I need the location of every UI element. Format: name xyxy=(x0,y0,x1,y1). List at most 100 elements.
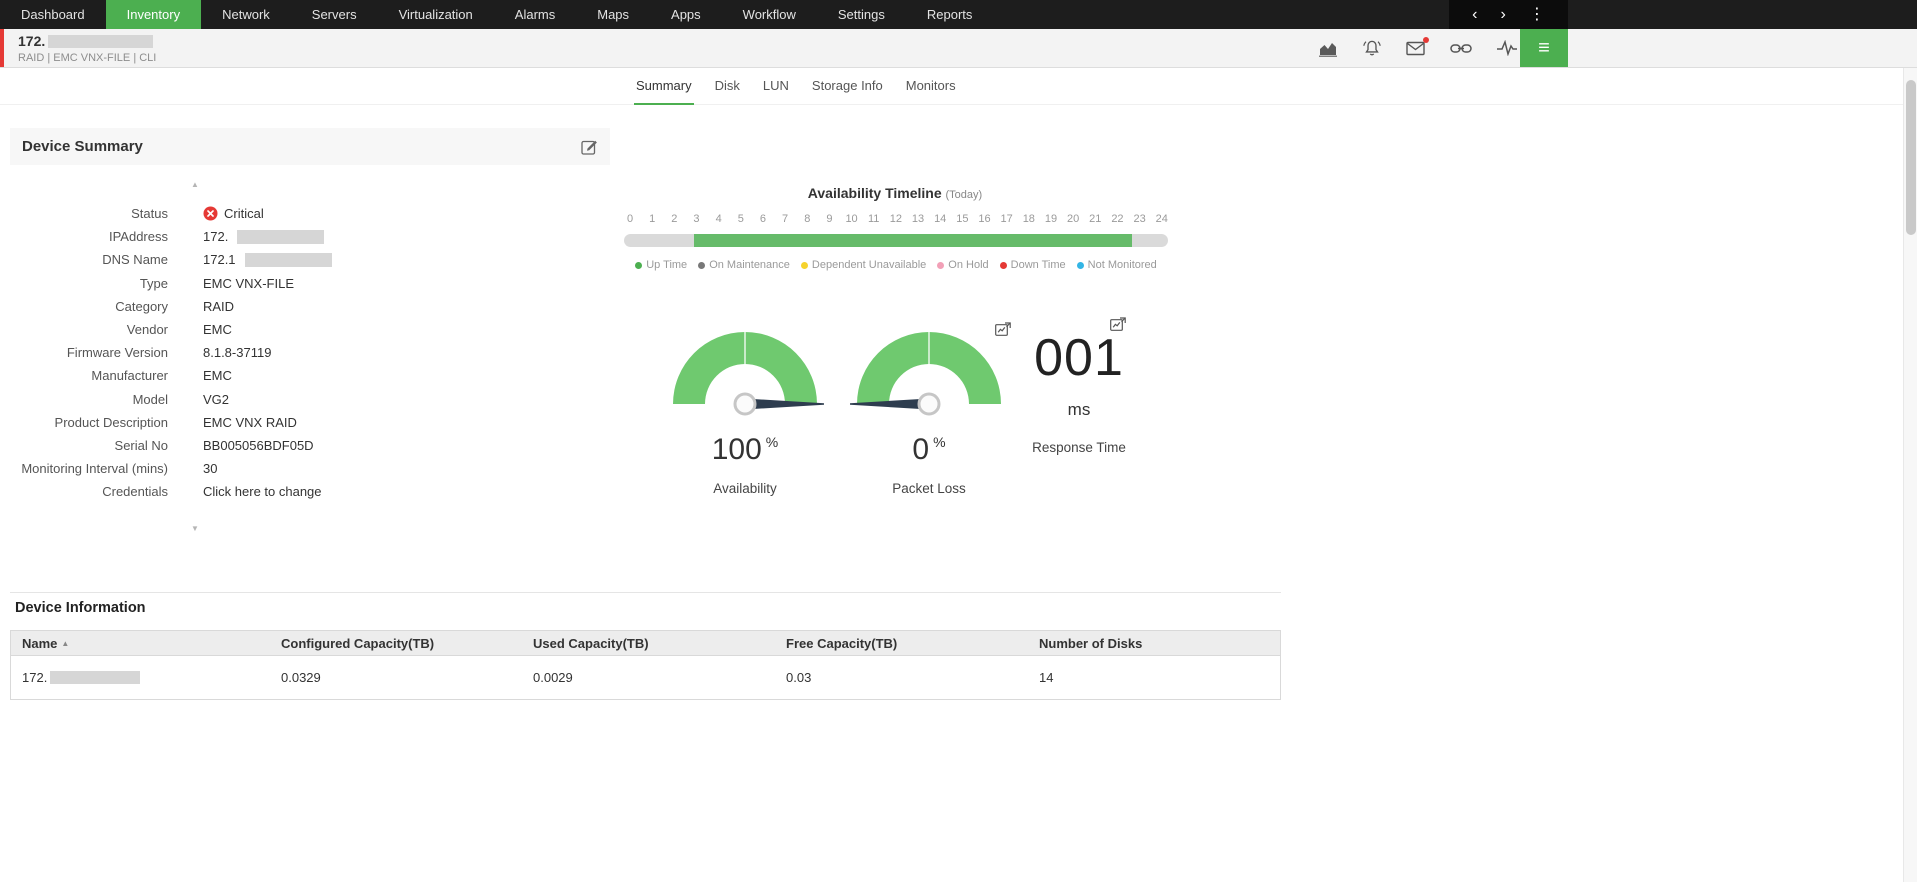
link-icon[interactable] xyxy=(1450,42,1472,55)
nav-item-network[interactable]: Network xyxy=(201,0,291,29)
nav-more-icon[interactable]: ⋮ xyxy=(1529,0,1545,29)
column-header-number-of-disks[interactable]: Number of Disks xyxy=(1028,636,1280,651)
timeline-hour-label: 1 xyxy=(641,213,663,225)
nav-item-maps[interactable]: Maps xyxy=(576,0,650,29)
nav-item-apps[interactable]: Apps xyxy=(650,0,722,29)
summary-field-vendor: Vendor EMC xyxy=(10,318,610,341)
cell-number-of-disks: 14 xyxy=(1028,670,1280,685)
tab-monitors[interactable]: Monitors xyxy=(904,68,958,105)
summary-field-product-description: Product DescriptionEMC VNX RAID xyxy=(10,411,610,434)
legend-item-down-time: Down Time xyxy=(1000,259,1066,271)
availability-gauge xyxy=(645,304,845,416)
column-header-free-capacity-tb[interactable]: Free Capacity(TB) xyxy=(775,636,1028,651)
field-value: BB005056BDF05D xyxy=(203,438,314,453)
timeline-hour-label: 8 xyxy=(796,213,818,225)
nav-item-servers[interactable]: Servers xyxy=(291,0,378,29)
timeline-hour-label: 3 xyxy=(685,213,707,225)
vertical-scrollbar[interactable] xyxy=(1903,68,1917,882)
timeline-hour-label: 21 xyxy=(1084,213,1106,225)
timeline-hour-label: 7 xyxy=(774,213,796,225)
timeline-hour-label: 16 xyxy=(974,213,996,225)
scroll-up-icon[interactable]: ▲ xyxy=(191,180,199,189)
nav-item-inventory[interactable]: Inventory xyxy=(106,0,201,29)
legend-item-not-monitored: Not Monitored xyxy=(1077,259,1157,271)
timeline-hour-label: 9 xyxy=(818,213,840,225)
redacted-value xyxy=(245,253,332,267)
availability-gauge-block: 100% Availability xyxy=(645,304,845,496)
column-header-name[interactable]: Name▲ xyxy=(11,636,270,651)
redacted-value xyxy=(237,230,324,244)
critical-status-icon xyxy=(203,206,218,221)
timeline-hour-label: 17 xyxy=(996,213,1018,225)
legend-item-up-time: Up Time xyxy=(635,259,687,271)
nav-item-settings[interactable]: Settings xyxy=(817,0,906,29)
tab-lun[interactable]: LUN xyxy=(761,68,791,105)
alarm-bell-icon[interactable] xyxy=(1362,39,1382,58)
field-value: 172. xyxy=(203,229,324,244)
scrollbar-thumb[interactable] xyxy=(1906,80,1916,235)
nav-item-alarms[interactable]: Alarms xyxy=(494,0,576,29)
redacted-device-name xyxy=(48,35,153,48)
response-time-block: 001 ms Response Time xyxy=(1004,332,1154,455)
field-value: RAID xyxy=(203,299,234,314)
field-label: Model xyxy=(10,392,168,407)
tab-summary[interactable]: Summary xyxy=(634,68,694,105)
field-label: Monitoring Interval (mins) xyxy=(10,461,168,476)
nav-item-virtualization[interactable]: Virtualization xyxy=(378,0,494,29)
tab-disk[interactable]: Disk xyxy=(713,68,742,105)
legend-item-on-hold: On Hold xyxy=(937,259,988,271)
field-label: Status xyxy=(10,206,168,221)
timeline-hour-label: 22 xyxy=(1106,213,1128,225)
tab-storage-info[interactable]: Storage Info xyxy=(810,68,885,105)
nav-item-reports[interactable]: Reports xyxy=(906,0,994,29)
legend-dot xyxy=(801,262,808,269)
legend-item-on-maintenance: On Maintenance xyxy=(698,259,790,271)
timeline-legend: Up TimeOn MaintenanceDependent Unavailab… xyxy=(608,259,1184,271)
device-header: 172. RAID | EMC VNX-FILE | CLI ≡ xyxy=(0,29,1917,68)
summary-field-status: StatusCritical xyxy=(10,202,610,225)
chart-icon[interactable] xyxy=(1318,40,1338,57)
field-value[interactable]: Click here to change xyxy=(203,484,322,499)
field-value: EMC xyxy=(203,322,232,337)
timeline-hour-label: 20 xyxy=(1062,213,1084,225)
nav-item-workflow[interactable]: Workflow xyxy=(722,0,817,29)
timeline-hour-label: 4 xyxy=(708,213,730,225)
nav-forward-icon[interactable]: › xyxy=(1500,0,1505,29)
summary-field-credentials: Credentials Click here to change xyxy=(10,480,610,503)
packet-loss-value: 0% xyxy=(829,433,1029,467)
legend-dot xyxy=(698,262,705,269)
nav-back-icon[interactable]: ‹ xyxy=(1472,0,1477,29)
timeline-hour-label: 10 xyxy=(841,213,863,225)
device-summary-header: Device Summary xyxy=(10,128,610,165)
quick-report-icon[interactable] xyxy=(995,322,1011,341)
edit-icon[interactable] xyxy=(581,138,598,155)
device-summary-title: Device Summary xyxy=(22,138,143,155)
section-divider xyxy=(10,592,1281,593)
summary-field-type: TypeEMC VNX-FILE xyxy=(10,272,610,295)
nav-item-dashboard[interactable]: Dashboard xyxy=(0,0,106,29)
field-label: DNS Name xyxy=(10,252,168,267)
tab-bar: Summary Disk LUN Storage Info Monitors xyxy=(0,68,1903,105)
scroll-down-icon[interactable]: ▼ xyxy=(191,524,199,533)
summary-field-monitoring-interval-mins: Monitoring Interval (mins)30 xyxy=(10,457,610,480)
field-value: 172.1 xyxy=(203,252,332,267)
field-value: 8.1.8-37119 xyxy=(203,345,271,360)
cell-configured-capacity: 0.0329 xyxy=(270,670,522,685)
cell-name: 172. xyxy=(11,670,270,685)
field-value: EMC VNX-FILE xyxy=(203,276,294,291)
field-label: Vendor xyxy=(10,322,168,337)
column-header-used-capacity-tb[interactable]: Used Capacity(TB) xyxy=(522,636,775,651)
mail-icon[interactable] xyxy=(1406,41,1426,56)
device-title-text: 172. xyxy=(18,33,45,49)
pulse-icon[interactable] xyxy=(1496,40,1518,56)
field-label: Credentials xyxy=(10,484,168,499)
quick-report-icon[interactable] xyxy=(1110,317,1126,336)
column-header-configured-capacity-tb[interactable]: Configured Capacity(TB) xyxy=(270,636,522,651)
summary-field-model: ModelVG2 xyxy=(10,388,610,411)
severity-indicator xyxy=(0,29,4,67)
response-time-value: 001 xyxy=(1004,332,1154,384)
summary-field-dns-name: DNS Name 172.1 xyxy=(10,248,610,271)
table-row[interactable]: 172.0.03290.00290.0314 xyxy=(10,656,1281,700)
timeline-hour-label: 19 xyxy=(1040,213,1062,225)
hamburger-menu-button[interactable]: ≡ xyxy=(1520,29,1568,67)
